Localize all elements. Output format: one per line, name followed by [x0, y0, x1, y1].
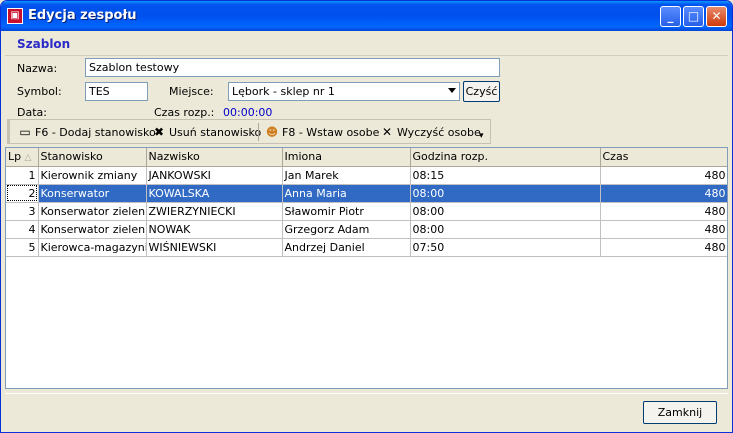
cell-czas: 480 — [600, 238, 727, 257]
toolbar-separator — [258, 123, 259, 141]
add-position-label: F6 - Dodaj stanowisko — [35, 125, 156, 139]
positions-grid[interactable]: Lp △ Stanowisko Nazwisko Imiona Godzina … — [5, 147, 728, 389]
cell-imiona: Sławomir Piotr — [282, 202, 411, 221]
toolbar: ▭ F6 - Dodaj stanowisko ✖ Usuń stanowisk… — [7, 119, 491, 144]
dialog-window: ▣ Edycja zespołu _ □ ✕ Szablon Nazwa: Sz… — [0, 0, 733, 433]
name-label: Nazwa: — [17, 62, 58, 75]
chevron-down-icon: ▾ — [479, 131, 484, 141]
cell-lp: 5 — [6, 238, 39, 257]
cell-stanowisko: Konserwator — [38, 184, 147, 203]
cell-nazwisko: JANKOWSKI — [146, 166, 283, 185]
window-title: Edycja zespołu — [28, 8, 137, 23]
cell-godzina: 07:50 — [410, 238, 601, 257]
cell-godzina: 08:00 — [410, 184, 601, 203]
table-row-selected[interactable]: 2 Konserwator KOWALSKA Anna Maria 08:00 … — [6, 184, 727, 203]
chevron-down-icon[interactable] — [448, 88, 456, 93]
toolbar-overflow-button[interactable]: ▾ — [479, 128, 484, 144]
column-header-lp[interactable]: Lp △ — [6, 148, 39, 167]
dialog-content: Szablon Nazwa: Szablon testowy Symbol: T… — [4, 31, 729, 431]
date-label: Data: — [17, 106, 47, 119]
table-row[interactable]: 1 Kierownik zmiany JANKOWSKI Jan Marek 0… — [6, 166, 727, 185]
cell-czas: 480 — [600, 202, 727, 221]
cell-lp: 2 — [6, 184, 39, 203]
minimize-icon: _ — [667, 9, 674, 23]
column-header-godzina[interactable]: Godzina rozp. — [410, 148, 601, 167]
close-icon: ✕ — [711, 9, 722, 23]
column-header-czas[interactable]: Czas — [600, 148, 727, 167]
time-value: 00:00:00 — [223, 106, 273, 119]
insert-person-button[interactable]: ☻ F8 - Wstaw osobe — [265, 124, 380, 140]
table-header-row: Lp △ Stanowisko Nazwisko Imiona Godzina … — [6, 148, 727, 167]
cell-nazwisko: KOWALSKA — [146, 184, 283, 203]
cell-stanowisko: Kierowca-magazynier — [38, 238, 147, 257]
app-icon[interactable]: ▣ — [7, 8, 23, 24]
column-header-stanowisko[interactable]: Stanowisko — [38, 148, 147, 167]
cell-lp: 3 — [6, 202, 39, 221]
maximize-button[interactable]: □ — [683, 6, 704, 27]
table-row[interactable]: 4 Konserwator zieleni NOWAK Grzegorz Ada… — [6, 220, 727, 239]
cell-nazwisko: NOWAK — [146, 220, 283, 239]
cell-imiona: Anna Maria — [282, 184, 411, 203]
title-bar[interactable]: ▣ Edycja zespołu _ □ ✕ — [1, 1, 732, 31]
cell-czas: 480 — [600, 184, 727, 203]
clear-person-button[interactable]: ✕ Wyczyść osobe — [380, 124, 481, 140]
name-field[interactable]: Szablon testowy — [85, 58, 500, 77]
cell-lp: 1 — [6, 166, 39, 185]
cell-imiona: Jan Marek — [282, 166, 411, 185]
remove-position-button[interactable]: ✖ Usuń stanowisko — [152, 124, 261, 140]
people-icon: ☻ — [265, 125, 279, 139]
insert-person-label: F8 - Wstaw osobe — [282, 125, 380, 139]
symbol-label: Symbol: — [17, 85, 62, 98]
cell-nazwisko: WIŚNIEWSKI — [146, 238, 283, 257]
cell-nazwisko: ZWIERZYNIECKI — [146, 202, 283, 221]
minimize-button[interactable]: _ — [660, 6, 681, 27]
column-header-nazwisko[interactable]: Nazwisko — [146, 148, 283, 167]
cell-godzina: 08:00 — [410, 220, 601, 239]
clear-icon: ✕ — [381, 125, 393, 139]
cell-imiona: Grzegorz Adam — [282, 220, 411, 239]
add-position-button[interactable]: ▭ F6 - Dodaj stanowisko — [18, 124, 156, 140]
symbol-field[interactable]: TES — [85, 82, 148, 101]
cell-godzina: 08:00 — [410, 202, 601, 221]
cell-czas: 480 — [600, 220, 727, 239]
remove-position-label: Usuń stanowisko — [169, 125, 262, 139]
cell-imiona: Andrzej Daniel — [282, 238, 411, 257]
column-header-imiona[interactable]: Imiona — [282, 148, 411, 167]
cell-godzina: 08:15 — [410, 166, 601, 185]
cell-stanowisko: Konserwator zieleni — [38, 220, 147, 239]
close-window-button[interactable]: ✕ — [706, 6, 727, 27]
maximize-icon: □ — [687, 9, 700, 23]
section-title: Szablon — [17, 37, 71, 51]
section-divider — [5, 55, 728, 56]
table-row[interactable]: 3 Konserwator zieleni ZWIERZYNIECKI Sław… — [6, 202, 727, 221]
footer-divider — [5, 393, 728, 394]
clear-place-button[interactable]: Czyść — [463, 81, 500, 102]
delete-icon: ✖ — [153, 125, 165, 139]
place-select[interactable]: Lębork - sklep nr 1 — [228, 82, 460, 101]
cell-lp: 4 — [6, 220, 39, 239]
time-label: Czas rozp.: — [154, 106, 215, 119]
table-row[interactable]: 5 Kierowca-magazynier WIŚNIEWSKI Andrzej… — [6, 238, 727, 257]
new-document-icon: ▭ — [19, 125, 31, 139]
place-label: Miejsce: — [169, 85, 214, 98]
cell-stanowisko: Kierownik zmiany — [38, 166, 147, 185]
positions-table: Lp △ Stanowisko Nazwisko Imiona Godzina … — [6, 148, 727, 257]
place-select-value: Lębork - sklep nr 1 — [232, 85, 335, 98]
clear-person-label: Wyczyść osobe — [397, 125, 481, 139]
close-button[interactable]: Zamknij — [643, 401, 717, 424]
sort-asc-icon: △ — [24, 153, 32, 164]
cell-czas: 480 — [600, 166, 727, 185]
cell-stanowisko: Konserwator zieleni — [38, 202, 147, 221]
